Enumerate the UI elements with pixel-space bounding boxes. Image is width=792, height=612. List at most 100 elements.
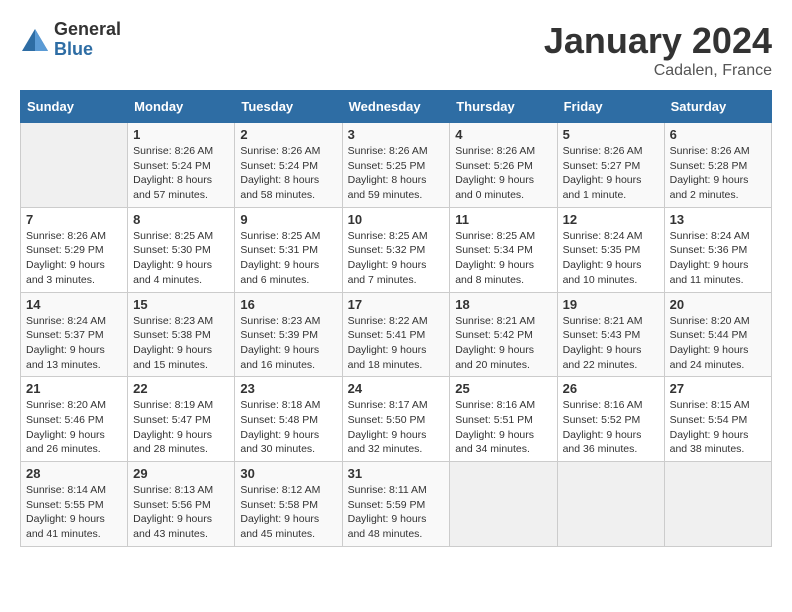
header-saturday: Saturday — [664, 91, 771, 123]
day-cell: 11 Sunrise: 8:25 AMSunset: 5:34 PMDayligh… — [450, 207, 557, 292]
day-number: 15 — [133, 297, 229, 312]
day-cell: 20 Sunrise: 8:20 AMSunset: 5:44 PMDayligh… — [664, 292, 771, 377]
day-number: 4 — [455, 127, 551, 142]
header-wednesday: Wednesday — [342, 91, 450, 123]
day-cell: 22Sunrise: 8:19 AMSunset: 5:47 PMDayligh… — [128, 377, 235, 462]
day-info: Sunrise: 8:23 AMSunset: 5:39 PMDaylight:… — [240, 314, 336, 373]
day-info: Sunrise: 8:21 AMSunset: 5:43 PMDaylight:… — [563, 314, 659, 373]
day-info: Sunrise: 8:20 AMSunset: 5:44 PMDaylight:… — [670, 314, 766, 373]
day-cell: 8Sunrise: 8:25 AMSunset: 5:30 PMDaylight… — [128, 207, 235, 292]
calendar-table: SundayMondayTuesdayWednesdayThursdayFrid… — [20, 90, 772, 547]
day-info: Sunrise: 8:15 AMSunset: 5:54 PMDaylight:… — [670, 398, 766, 457]
day-cell: 13Sunrise: 8:24 AMSunset: 5:36 PMDayligh… — [664, 207, 771, 292]
day-number: 26 — [563, 381, 659, 396]
day-cell: 10 Sunrise: 8:25 AMSunset: 5:32 PMDayligh… — [342, 207, 450, 292]
day-info: Sunrise: 8:25 AMSunset: 5:31 PMDaylight:… — [240, 229, 336, 288]
day-cell: 9 Sunrise: 8:25 AMSunset: 5:31 PMDaylight… — [235, 207, 342, 292]
day-number: 22 — [133, 381, 229, 396]
week-row-2: 7Sunrise: 8:26 AMSunset: 5:29 PMDaylight… — [21, 207, 772, 292]
day-info: Sunrise: 8:25 AMSunset: 5:34 PMDaylight:… — [455, 229, 551, 288]
day-cell: 14 Sunrise: 8:24 AMSunset: 5:37 PMDayligh… — [21, 292, 128, 377]
day-info: Sunrise: 8:26 AMSunset: 5:24 PMDaylight:… — [133, 144, 229, 203]
day-info: Sunrise: 8:25 AMSunset: 5:30 PMDaylight:… — [133, 229, 229, 288]
day-number: 20 — [670, 297, 766, 312]
week-row-3: 14 Sunrise: 8:24 AMSunset: 5:37 PMDayligh… — [21, 292, 772, 377]
day-cell: 1 Sunrise: 8:26 AMSunset: 5:24 PMDaylight… — [128, 123, 235, 208]
day-cell: 29Sunrise: 8:13 AMSunset: 5:56 PMDayligh… — [128, 462, 235, 547]
header-sunday: Sunday — [21, 91, 128, 123]
week-row-5: 28 Sunrise: 8:14 AMSunset: 5:55 PMDayligh… — [21, 462, 772, 547]
week-row-1: 1 Sunrise: 8:26 AMSunset: 5:24 PMDaylight… — [21, 123, 772, 208]
day-cell: 21Sunrise: 8:20 AMSunset: 5:46 PMDayligh… — [21, 377, 128, 462]
day-cell — [664, 462, 771, 547]
day-cell: 15Sunrise: 8:23 AMSunset: 5:38 PMDayligh… — [128, 292, 235, 377]
day-number: 31 — [348, 466, 445, 481]
day-cell: 17Sunrise: 8:22 AMSunset: 5:41 PMDayligh… — [342, 292, 450, 377]
day-info: Sunrise: 8:11 AMSunset: 5:59 PMDaylight:… — [348, 483, 445, 542]
day-cell: 23 Sunrise: 8:18 AMSunset: 5:48 PMDayligh… — [235, 377, 342, 462]
title-area: January 2024 Cadalen, France — [544, 20, 772, 80]
day-info: Sunrise: 8:26 AMSunset: 5:28 PMDaylight:… — [670, 144, 766, 203]
page-header: General Blue January 2024 Cadalen, Franc… — [20, 20, 772, 80]
week-row-4: 21Sunrise: 8:20 AMSunset: 5:46 PMDayligh… — [21, 377, 772, 462]
day-number: 12 — [563, 212, 659, 227]
day-number: 23 — [240, 381, 336, 396]
day-cell: 26 Sunrise: 8:16 AMSunset: 5:52 PMDayligh… — [557, 377, 664, 462]
day-cell: 16 Sunrise: 8:23 AMSunset: 5:39 PMDayligh… — [235, 292, 342, 377]
day-info: Sunrise: 8:21 AMSunset: 5:42 PMDaylight:… — [455, 314, 551, 373]
day-number: 29 — [133, 466, 229, 481]
day-info: Sunrise: 8:14 AMSunset: 5:55 PMDaylight:… — [26, 483, 122, 542]
day-cell — [450, 462, 557, 547]
day-number: 25 — [455, 381, 551, 396]
day-info: Sunrise: 8:16 AMSunset: 5:51 PMDaylight:… — [455, 398, 551, 457]
day-info: Sunrise: 8:16 AMSunset: 5:52 PMDaylight:… — [563, 398, 659, 457]
day-info: Sunrise: 8:25 AMSunset: 5:32 PMDaylight:… — [348, 229, 445, 288]
day-info: Sunrise: 8:26 AMSunset: 5:25 PMDaylight:… — [348, 144, 445, 203]
day-cell: 28 Sunrise: 8:14 AMSunset: 5:55 PMDayligh… — [21, 462, 128, 547]
day-number: 24 — [348, 381, 445, 396]
day-info: Sunrise: 8:18 AMSunset: 5:48 PMDaylight:… — [240, 398, 336, 457]
day-number: 27 — [670, 381, 766, 396]
month-title: January 2024 — [544, 20, 772, 62]
header-tuesday: Tuesday — [235, 91, 342, 123]
day-cell: 5 Sunrise: 8:26 AMSunset: 5:27 PMDaylight… — [557, 123, 664, 208]
logo: General Blue — [20, 20, 121, 60]
header-thursday: Thursday — [450, 91, 557, 123]
day-number: 17 — [348, 297, 445, 312]
day-cell: 12Sunrise: 8:24 AMSunset: 5:35 PMDayligh… — [557, 207, 664, 292]
day-info: Sunrise: 8:17 AMSunset: 5:50 PMDaylight:… — [348, 398, 445, 457]
day-number: 3 — [348, 127, 445, 142]
day-number: 5 — [563, 127, 659, 142]
day-number: 14 — [26, 297, 122, 312]
logo-icon — [20, 25, 50, 55]
day-number: 18 — [455, 297, 551, 312]
day-number: 2 — [240, 127, 336, 142]
day-cell: 2Sunrise: 8:26 AMSunset: 5:24 PMDaylight… — [235, 123, 342, 208]
day-number: 9 — [240, 212, 336, 227]
day-number: 21 — [26, 381, 122, 396]
day-cell: 6 Sunrise: 8:26 AMSunset: 5:28 PMDaylight… — [664, 123, 771, 208]
logo-text: General Blue — [54, 20, 121, 60]
day-cell: 4Sunrise: 8:26 AMSunset: 5:26 PMDaylight… — [450, 123, 557, 208]
day-number: 28 — [26, 466, 122, 481]
day-cell: 18 Sunrise: 8:21 AMSunset: 5:42 PMDayligh… — [450, 292, 557, 377]
day-number: 11 — [455, 212, 551, 227]
day-cell: 31 Sunrise: 8:11 AMSunset: 5:59 PMDayligh… — [342, 462, 450, 547]
day-cell — [21, 123, 128, 208]
day-info: Sunrise: 8:26 AMSunset: 5:27 PMDaylight:… — [563, 144, 659, 203]
logo-blue: Blue — [54, 40, 121, 60]
day-info: Sunrise: 8:24 AMSunset: 5:37 PMDaylight:… — [26, 314, 122, 373]
day-number: 16 — [240, 297, 336, 312]
day-number: 10 — [348, 212, 445, 227]
day-info: Sunrise: 8:26 AMSunset: 5:29 PMDaylight:… — [26, 229, 122, 288]
day-number: 13 — [670, 212, 766, 227]
day-number: 19 — [563, 297, 659, 312]
day-number: 6 — [670, 127, 766, 142]
day-info: Sunrise: 8:12 AMSunset: 5:58 PMDaylight:… — [240, 483, 336, 542]
day-cell: 30Sunrise: 8:12 AMSunset: 5:58 PMDayligh… — [235, 462, 342, 547]
header-row: SundayMondayTuesdayWednesdayThursdayFrid… — [21, 91, 772, 123]
day-number: 1 — [133, 127, 229, 142]
location: Cadalen, France — [544, 62, 772, 80]
day-cell: 19 Sunrise: 8:21 AMSunset: 5:43 PMDayligh… — [557, 292, 664, 377]
header-friday: Friday — [557, 91, 664, 123]
